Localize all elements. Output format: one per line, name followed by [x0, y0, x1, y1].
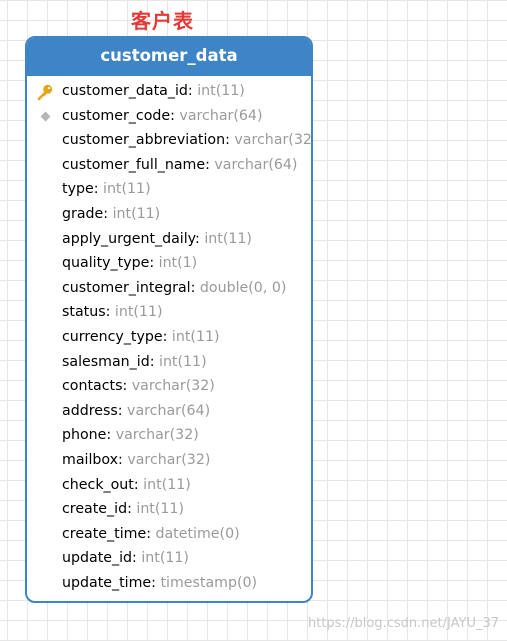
table-name-header[interactable]: customer_data: [27, 38, 311, 76]
field-separator: :: [205, 156, 215, 173]
field-row[interactable]: customer_integral: double(0, 0): [27, 276, 311, 301]
field-name: customer_code: [62, 107, 171, 124]
field-type: varchar(64): [127, 402, 211, 419]
field-separator: :: [187, 83, 198, 99]
field-row[interactable]: customer_code: varchar(64): [27, 104, 311, 129]
field-type: int(11): [197, 83, 245, 99]
field-type: int(1): [158, 255, 198, 272]
field-type: datetime(0): [155, 525, 240, 542]
field-separator: :: [149, 255, 159, 272]
field-name: apply_urgent_daily: [62, 230, 196, 247]
field-type: int(11): [103, 181, 151, 198]
field-row[interactable]: currency_type: int(11): [27, 325, 311, 350]
field-type: double(0, 0): [199, 279, 287, 296]
field-name: mailbox: [62, 451, 119, 468]
table-caption: 客户表: [131, 9, 194, 33]
field-row[interactable]: create_time: datetime(0): [27, 522, 311, 547]
field-type: varchar(32): [127, 451, 211, 468]
field-name: address: [62, 402, 118, 419]
field-type: varchar(64): [179, 107, 263, 124]
field-name: type: [62, 181, 94, 198]
field-name: status: [62, 304, 106, 321]
field-type: varchar(32): [115, 427, 199, 444]
field-separator: :: [93, 181, 103, 198]
field-separator: :: [118, 451, 128, 468]
field-separator: :: [127, 501, 137, 518]
field-row[interactable]: create_id: int(11): [27, 497, 311, 522]
field-name: customer_abbreviation: [62, 132, 226, 149]
field-row[interactable]: address: varchar(64): [27, 399, 311, 424]
field-type: int(11): [204, 230, 252, 247]
field-separator: :: [133, 476, 144, 493]
field-row[interactable]: customer_data_id: int(11): [27, 79, 311, 104]
field-row[interactable]: customer_full_name: varchar(64): [27, 153, 311, 178]
field-name: grade: [62, 205, 104, 222]
field-row[interactable]: customer_abbreviation: varchar(32): [27, 128, 311, 153]
field-separator: :: [103, 205, 113, 222]
watermark: https://blog.csdn.net/JAYU_37: [307, 616, 499, 631]
field-type: varchar(64): [214, 156, 298, 173]
field-row[interactable]: status: int(11): [27, 300, 311, 325]
key-icon: [37, 84, 53, 101]
field-separator: :: [117, 402, 128, 419]
field-separator: :: [132, 550, 142, 567]
field-type: varchar(32): [131, 378, 215, 395]
field-name: create_time: [62, 525, 147, 542]
field-type: int(11): [136, 501, 184, 518]
diamond-icon: [40, 111, 51, 122]
field-name: contacts: [62, 378, 123, 395]
field-separator: :: [225, 132, 235, 149]
field-row[interactable]: update_id: int(11): [27, 546, 311, 571]
field-row[interactable]: type: int(11): [27, 177, 311, 202]
field-row[interactable]: mailbox: varchar(32): [27, 448, 311, 473]
field-name: create_id: [62, 501, 128, 518]
field-name: customer_data_id: [62, 83, 188, 99]
field-row[interactable]: check_out: int(11): [27, 473, 311, 498]
field-name: currency_type: [62, 328, 163, 345]
field-name: update_time: [62, 574, 152, 591]
field-name: salesman_id: [62, 353, 150, 370]
field-type: int(11): [114, 304, 163, 321]
field-name: customer_full_name: [62, 156, 206, 173]
field-separator: :: [195, 230, 205, 247]
field-separator: :: [105, 304, 115, 321]
field-row[interactable]: phone: varchar(32): [27, 423, 311, 448]
field-list: customer_data_id: int(11) customer_code: …: [27, 76, 311, 595]
field-separator: :: [149, 353, 159, 370]
field-type: int(11): [143, 476, 191, 493]
field-row[interactable]: update_time: timestamp(0): [27, 571, 311, 596]
field-row[interactable]: quality_type: int(1): [27, 251, 311, 276]
field-name: phone: [62, 427, 107, 444]
field-type: int(11): [159, 353, 207, 370]
field-row[interactable]: contacts: varchar(32): [27, 374, 311, 399]
field-row[interactable]: grade: int(11): [27, 202, 311, 227]
field-type: int(11): [141, 550, 189, 567]
field-row[interactable]: salesman_id: int(11): [27, 350, 311, 375]
field-name: customer_integral: [62, 279, 191, 296]
field-type: timestamp(0): [160, 574, 258, 591]
field-separator: :: [162, 328, 172, 345]
entity-table[interactable]: customer_data customer_data_id: int(11) c…: [25, 36, 313, 603]
field-separator: :: [190, 279, 200, 296]
field-separator: :: [122, 378, 132, 395]
field-name: check_out: [62, 476, 134, 493]
field-name: update_id: [62, 550, 133, 567]
field-type: int(11): [171, 328, 220, 345]
field-row[interactable]: apply_urgent_daily: int(11): [27, 227, 311, 252]
field-type: varchar(32): [234, 132, 313, 149]
field-type: int(11): [112, 205, 161, 222]
field-separator: :: [106, 427, 116, 444]
field-name: quality_type: [62, 255, 150, 272]
